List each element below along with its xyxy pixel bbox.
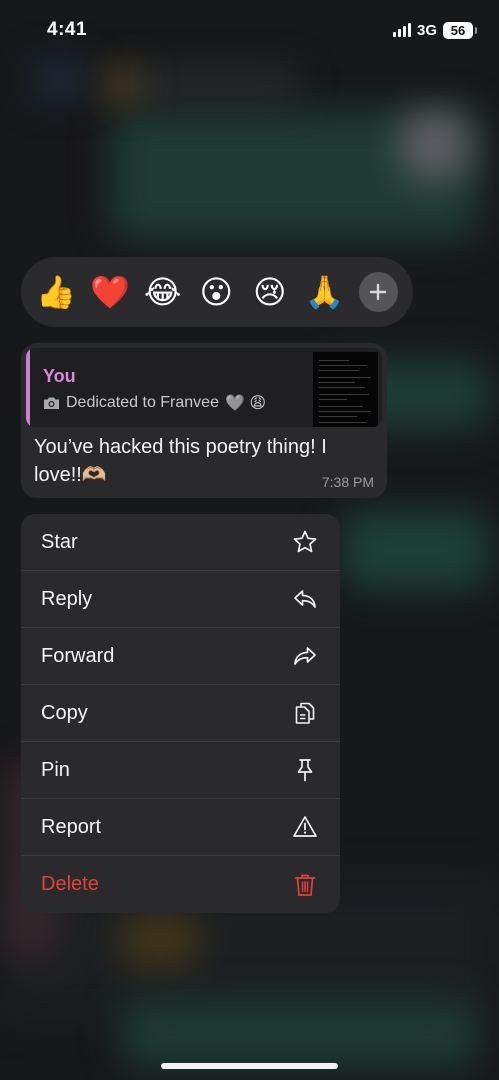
camera-icon: [44, 397, 59, 409]
menu-item-reply[interactable]: Reply: [21, 571, 340, 628]
reaction-bar: 👍 ❤️ 😂 😮 😢 🙏: [21, 257, 413, 327]
pin-icon: [292, 757, 318, 783]
quote-accent-bar: [26, 348, 30, 427]
menu-item-forward[interactable]: Forward: [21, 628, 340, 685]
plus-icon: [370, 283, 387, 301]
more-reactions-button[interactable]: [358, 272, 398, 312]
folded-hands-icon[interactable]: 🙏: [305, 273, 345, 311]
quoted-message[interactable]: You Dedicated to Franvee 🩶 😩: [26, 348, 382, 427]
quote-caption: Dedicated to Franvee 🩶 😩: [43, 393, 266, 413]
menu-item-star[interactable]: Star: [21, 514, 340, 571]
signal-strength-icon: [392, 23, 411, 37]
message-timestamp: 7:38 PM: [321, 474, 374, 490]
surprised-face-icon[interactable]: 😮: [198, 273, 236, 311]
crying-face-icon[interactable]: 😢: [251, 273, 289, 311]
trash-icon: [292, 872, 318, 898]
menu-item-copy[interactable]: Copy: [21, 685, 340, 742]
message-bubble[interactable]: You Dedicated to Franvee 🩶 😩 You’ve hack…: [21, 343, 387, 498]
star-icon: [292, 529, 318, 555]
menu-item-label: Delete: [41, 873, 99, 895]
network-type: 3G: [416, 21, 437, 39]
menu-item-label: Copy: [41, 701, 88, 724]
menu-item-report[interactable]: Report: [21, 799, 340, 856]
thumbs-up-icon[interactable]: 👍: [36, 273, 76, 311]
forward-icon: [292, 643, 318, 669]
status-time: 4:41: [47, 19, 88, 40]
quote-caption-text: Dedicated to Franvee: [66, 394, 219, 411]
heart-icon[interactable]: ❤️: [90, 273, 130, 311]
warning-icon: [292, 814, 318, 840]
menu-item-label: Forward: [41, 644, 115, 667]
menu-item-label: Pin: [41, 758, 70, 781]
copy-icon: [292, 700, 318, 726]
menu-item-delete[interactable]: Delete: [21, 856, 340, 913]
status-indicators: 3G 56: [392, 21, 477, 39]
battery-icon: 56: [443, 21, 477, 39]
message-context-menu: Star Reply Forward Copy Pin Report Delet…: [21, 514, 340, 913]
tears-of-joy-icon[interactable]: 😂: [144, 273, 182, 311]
reply-icon: [292, 586, 318, 612]
menu-item-label: Star: [41, 530, 78, 553]
quote-caption-emojis: 🩶 😩: [224, 395, 267, 412]
quote-author: You: [43, 366, 76, 386]
home-indicator[interactable]: [161, 1063, 338, 1069]
status-bar: 4:41 3G 56: [0, 0, 499, 60]
quote-thumbnail-image: [313, 352, 378, 427]
menu-item-label: Reply: [41, 587, 93, 610]
menu-item-label: Report: [41, 815, 102, 838]
menu-item-pin[interactable]: Pin: [21, 742, 340, 799]
